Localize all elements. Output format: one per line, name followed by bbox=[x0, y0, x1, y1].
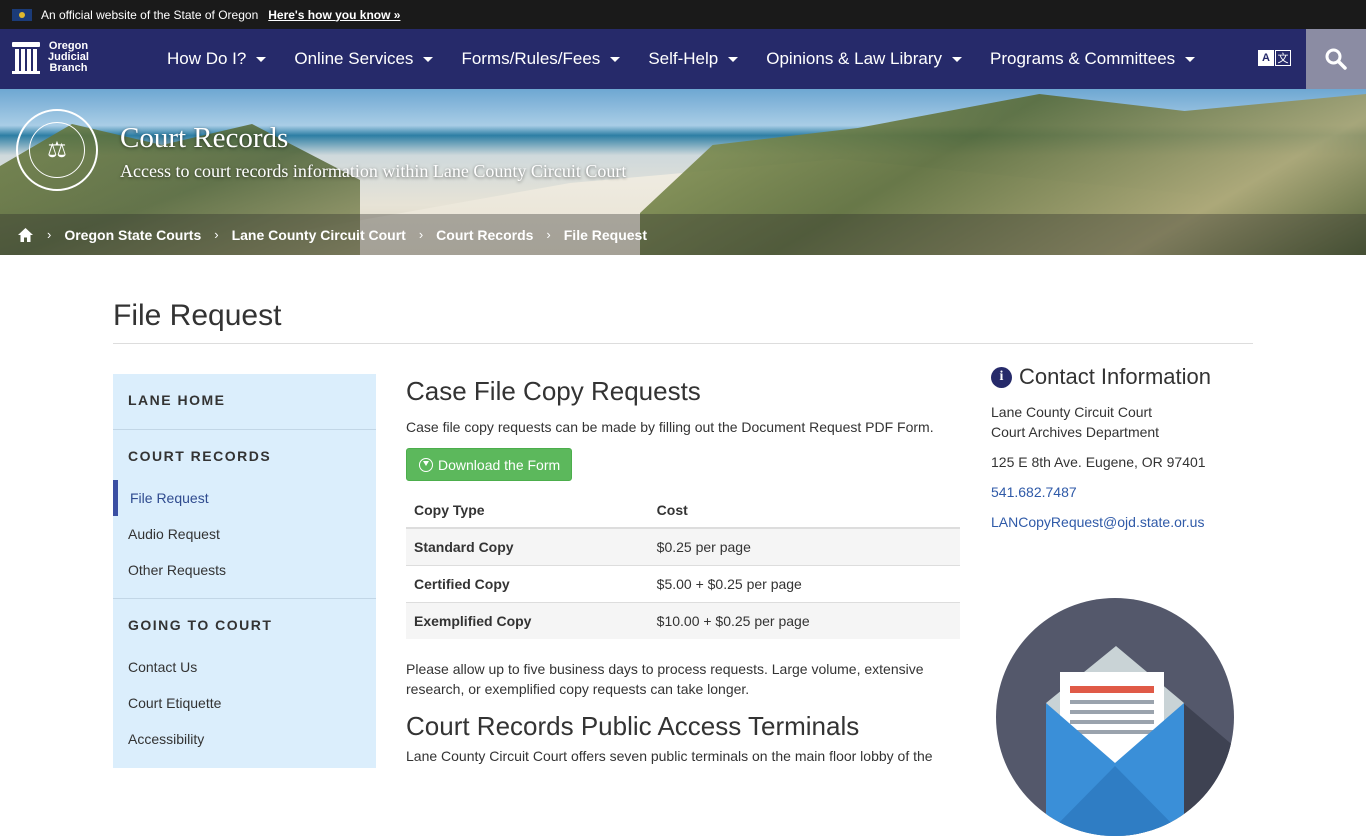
search-button[interactable] bbox=[1306, 29, 1366, 89]
sidebar-heading-going-to-court[interactable]: GOING TO COURT bbox=[128, 617, 272, 633]
sidebar-heading-lane-home[interactable]: LANE HOME bbox=[128, 392, 226, 408]
breadcrumb-current: File Request bbox=[563, 226, 647, 243]
caret-down-icon bbox=[423, 56, 434, 62]
contact-phone-link[interactable]: 541.682.7487 bbox=[991, 484, 1077, 500]
sidebar-divider bbox=[113, 598, 376, 599]
hero-title: Court Records bbox=[120, 122, 289, 154]
case-file-heading: Case File Copy Requests bbox=[406, 376, 701, 406]
ojd-logo[interactable]: Oregon Judicial Branch bbox=[12, 41, 89, 74]
table-row: Certified Copy $5.00 + $0.25 per page bbox=[406, 564, 960, 602]
caret-down-icon bbox=[1185, 56, 1196, 62]
nav-opinions-law-library[interactable]: Opinions & Law Library bbox=[766, 49, 962, 69]
nav-how-do-i[interactable]: How Do I? bbox=[167, 49, 267, 69]
nav-forms-rules-fees[interactable]: Forms/Rules/Fees bbox=[461, 49, 621, 69]
translate-icon[interactable]: A 文 bbox=[1258, 50, 1291, 68]
active-indicator bbox=[113, 480, 118, 516]
nav-online-services[interactable]: Online Services bbox=[294, 49, 434, 69]
scales-of-justice-icon: ⚖ bbox=[29, 122, 85, 178]
table-row: Exemplified Copy $10.00 + $0.25 per page bbox=[406, 601, 960, 639]
chevron-right-icon: › bbox=[214, 227, 219, 242]
courthouse-pillars-icon bbox=[12, 41, 40, 74]
hero-banner: ⚖ Court Records Access to court records … bbox=[0, 89, 1366, 255]
column-header-cost: Cost bbox=[648, 492, 960, 529]
hero-subtitle: Access to court records information with… bbox=[120, 161, 627, 181]
sidebar-item-file-request[interactable]: File Request bbox=[130, 490, 209, 506]
chevron-right-icon: › bbox=[546, 227, 551, 242]
copy-type-cell: Standard Copy bbox=[406, 527, 649, 565]
cost-cell: $5.00 + $0.25 per page bbox=[648, 564, 960, 602]
search-icon bbox=[1325, 48, 1347, 70]
intro-text: Case file copy requests can be made by f… bbox=[406, 419, 934, 435]
nav-programs-committees[interactable]: Programs & Committees bbox=[990, 49, 1196, 69]
terminals-text: Lane County Circuit Court offers seven p… bbox=[406, 748, 933, 764]
contact-department: Court Archives Department bbox=[991, 424, 1160, 440]
breadcrumb: › Oregon State Courts › Lane County Circ… bbox=[0, 214, 1366, 255]
contact-court-name: Lane County Circuit Court bbox=[991, 404, 1153, 420]
breadcrumb-lane-county[interactable]: Lane County Circuit Court bbox=[232, 227, 406, 243]
caret-down-icon bbox=[610, 56, 621, 62]
sidebar-item-contact-us[interactable]: Contact Us bbox=[128, 659, 197, 675]
home-icon[interactable] bbox=[17, 227, 34, 243]
contact-email-link[interactable]: LANCopyRequest@ojd.state.or.us bbox=[991, 514, 1204, 530]
nav-self-help[interactable]: Self-Help bbox=[648, 49, 739, 69]
sidebar-heading-court-records[interactable]: COURT RECORDS bbox=[128, 448, 271, 464]
sidebar-nav: LANE HOME COURT RECORDS File Request Aud… bbox=[113, 374, 376, 768]
breadcrumb-oregon-state-courts[interactable]: Oregon State Courts bbox=[64, 227, 201, 243]
chevron-right-icon: › bbox=[47, 227, 52, 242]
sidebar-divider bbox=[113, 429, 376, 430]
contact-heading: i Contact Information bbox=[991, 364, 1251, 390]
copy-type-cell: Certified Copy bbox=[406, 564, 649, 602]
caret-down-icon bbox=[256, 56, 267, 62]
public-terminals-heading: Court Records Public Access Terminals bbox=[406, 711, 860, 741]
contact-info: i Contact Information Lane County Circui… bbox=[991, 364, 1251, 530]
logo-text: Oregon Judicial Branch bbox=[48, 40, 89, 74]
oregon-flag-icon bbox=[12, 8, 32, 21]
chevron-right-icon: › bbox=[418, 227, 424, 242]
table-header-row: Copy Type Cost bbox=[406, 492, 960, 529]
title-divider bbox=[113, 343, 1253, 344]
envelope-illustration bbox=[996, 598, 1234, 836]
nav-menu: How Do I? Online Services Forms/Rules/Fe… bbox=[167, 29, 1223, 89]
main-navbar: Oregon Judicial Branch How Do I? Online … bbox=[0, 29, 1366, 89]
cost-cell: $10.00 + $0.25 per page bbox=[648, 601, 960, 639]
cost-cell: $0.25 per page bbox=[648, 527, 960, 565]
table-row: Standard Copy $0.25 per page bbox=[406, 527, 960, 565]
copy-type-cell: Exemplified Copy bbox=[406, 601, 649, 639]
heres-how-link[interactable]: Here's how you know » bbox=[268, 8, 400, 22]
column-header-copy-type: Copy Type bbox=[406, 492, 649, 529]
download-form-button[interactable]: Download the Form bbox=[406, 448, 572, 481]
judicial-department-seal: ⚖ bbox=[16, 109, 98, 191]
official-banner: An official website of the State of Oreg… bbox=[0, 0, 1366, 29]
official-banner-text: An official website of the State of Oreg… bbox=[41, 7, 259, 22]
sidebar-item-other-requests[interactable]: Other Requests bbox=[128, 562, 226, 578]
page-title: File Request bbox=[113, 299, 282, 332]
envelope-icon bbox=[1046, 646, 1234, 836]
caret-down-icon bbox=[728, 56, 739, 62]
sidebar-item-audio-request[interactable]: Audio Request bbox=[128, 526, 220, 542]
contact-address: 125 E 8th Ave. Eugene, OR 97401 bbox=[991, 454, 1206, 470]
caret-down-icon bbox=[952, 56, 962, 62]
processing-note: Please allow up to five business days to… bbox=[406, 661, 924, 697]
info-icon: i bbox=[991, 366, 1012, 388]
breadcrumb-court-records[interactable]: Court Records bbox=[436, 227, 533, 243]
sidebar-item-accessibility[interactable]: Accessibility bbox=[128, 731, 204, 747]
download-circle-icon bbox=[419, 457, 433, 472]
copy-cost-table: Copy Type Cost Standard Copy $0.25 per p… bbox=[406, 492, 960, 639]
sidebar-item-court-etiquette[interactable]: Court Etiquette bbox=[128, 695, 221, 711]
